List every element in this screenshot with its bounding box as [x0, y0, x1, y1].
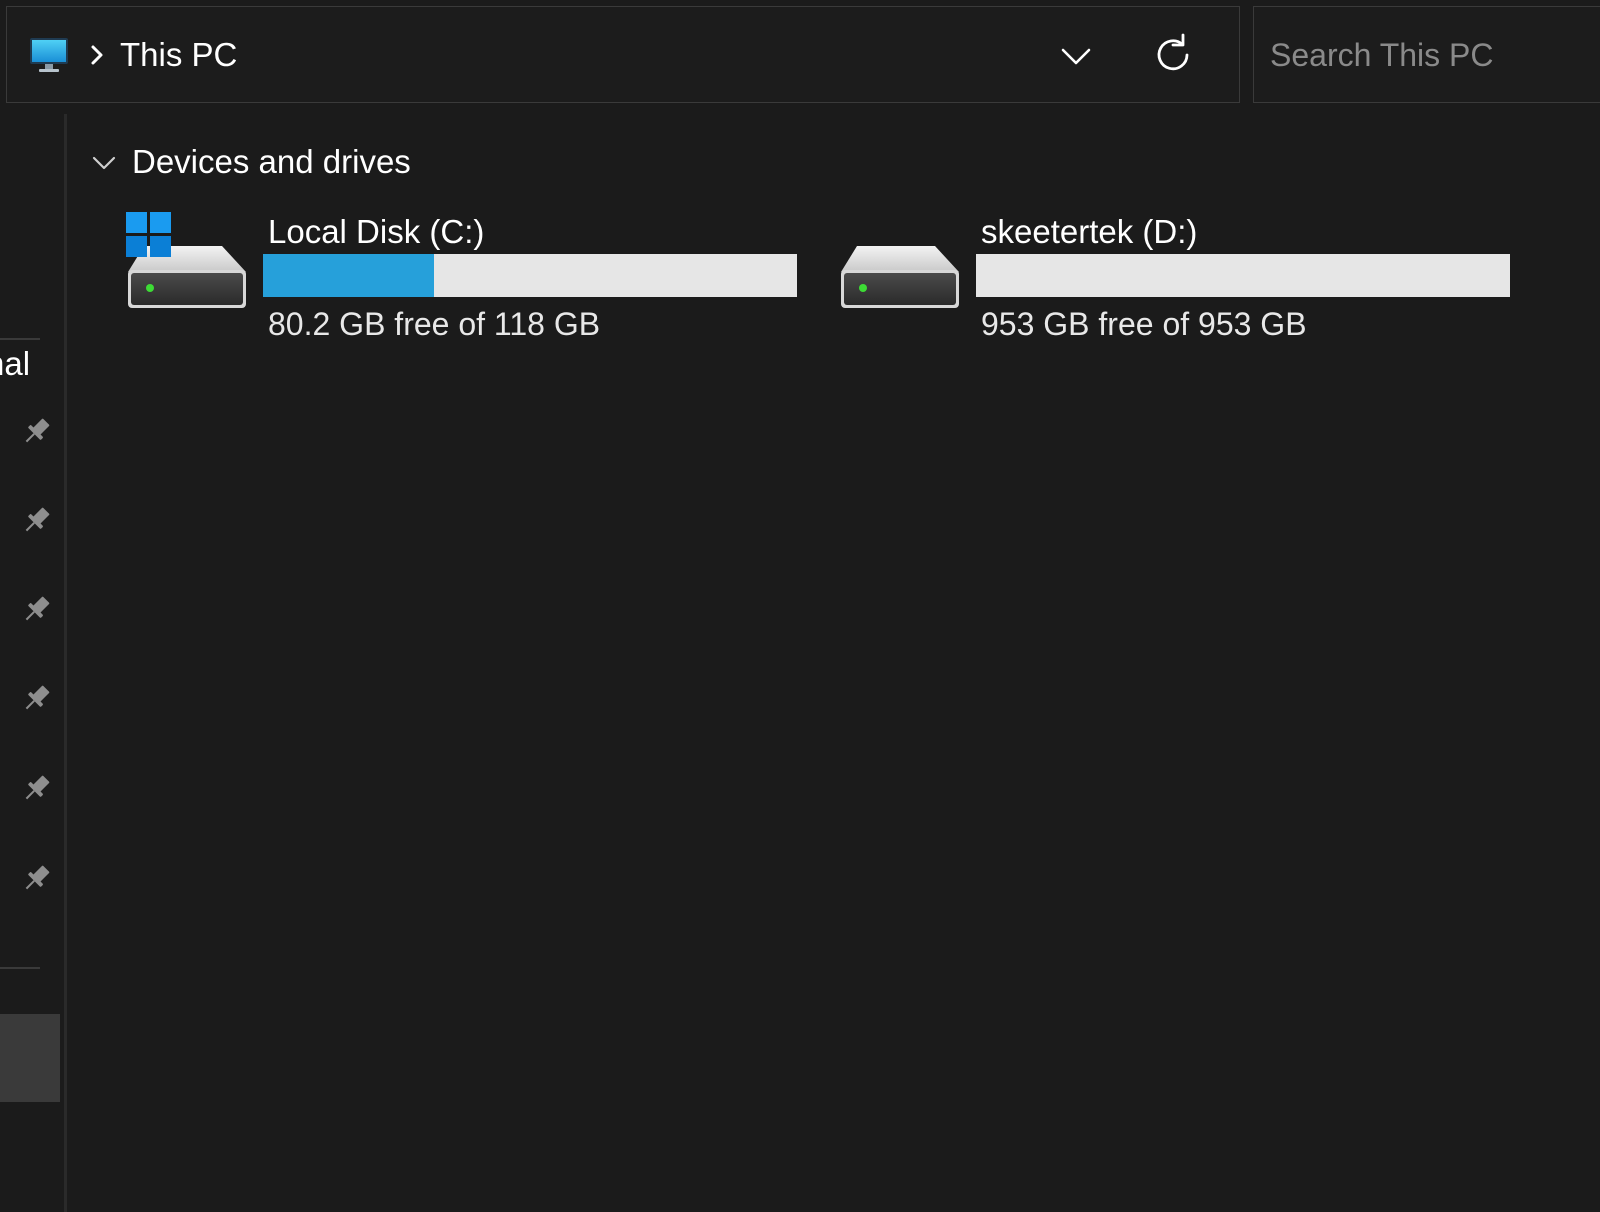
pin-icon[interactable]: [20, 861, 54, 895]
refresh-icon[interactable]: [1149, 31, 1197, 79]
pane-divider[interactable]: [64, 114, 67, 1212]
drive-usage-fill: [263, 254, 434, 297]
drive-tile-d[interactable]: skeetertek (D:) 953 GB free of 953 GB: [839, 206, 1529, 346]
chevron-down-icon[interactable]: [1055, 35, 1097, 77]
drive-tile-c[interactable]: Local Disk (C:) 80.2 GB free of 118 GB: [126, 206, 816, 346]
search-input[interactable]: [1268, 33, 1592, 77]
drive-usage-bar: [263, 254, 797, 297]
pin-icon[interactable]: [20, 771, 54, 805]
file-explorer-window: This PC nal: [0, 0, 1600, 1212]
sidebar-item-selected[interactable]: [0, 1014, 60, 1102]
address-bar[interactable]: This PC: [6, 6, 1240, 103]
this-pc-monitor-icon[interactable]: [29, 37, 69, 73]
pin-icon[interactable]: [20, 681, 54, 715]
search-box[interactable]: [1253, 6, 1600, 103]
system-drive-icon: [126, 206, 252, 312]
pin-icon[interactable]: [20, 592, 54, 626]
pin-icon[interactable]: [20, 414, 54, 448]
sidebar-separator: [0, 338, 40, 340]
drive-name: skeetertek (D:): [981, 213, 1198, 250]
chevron-right-icon[interactable]: [87, 43, 107, 67]
sidebar-item-label-partial[interactable]: nal: [0, 344, 30, 384]
drive-free-space: 953 GB free of 953 GB: [981, 306, 1307, 342]
breadcrumb-this-pc[interactable]: This PC: [120, 35, 237, 75]
drive-usage-bar: [976, 254, 1510, 297]
pin-icon[interactable]: [20, 503, 54, 537]
chevron-down-icon[interactable]: [90, 152, 118, 174]
sidebar-separator: [0, 967, 40, 969]
hard-drive-icon: [839, 206, 965, 312]
drive-free-space: 80.2 GB free of 118 GB: [268, 306, 601, 342]
section-title: Devices and drives: [132, 143, 411, 180]
drive-name: Local Disk (C:): [268, 213, 485, 250]
